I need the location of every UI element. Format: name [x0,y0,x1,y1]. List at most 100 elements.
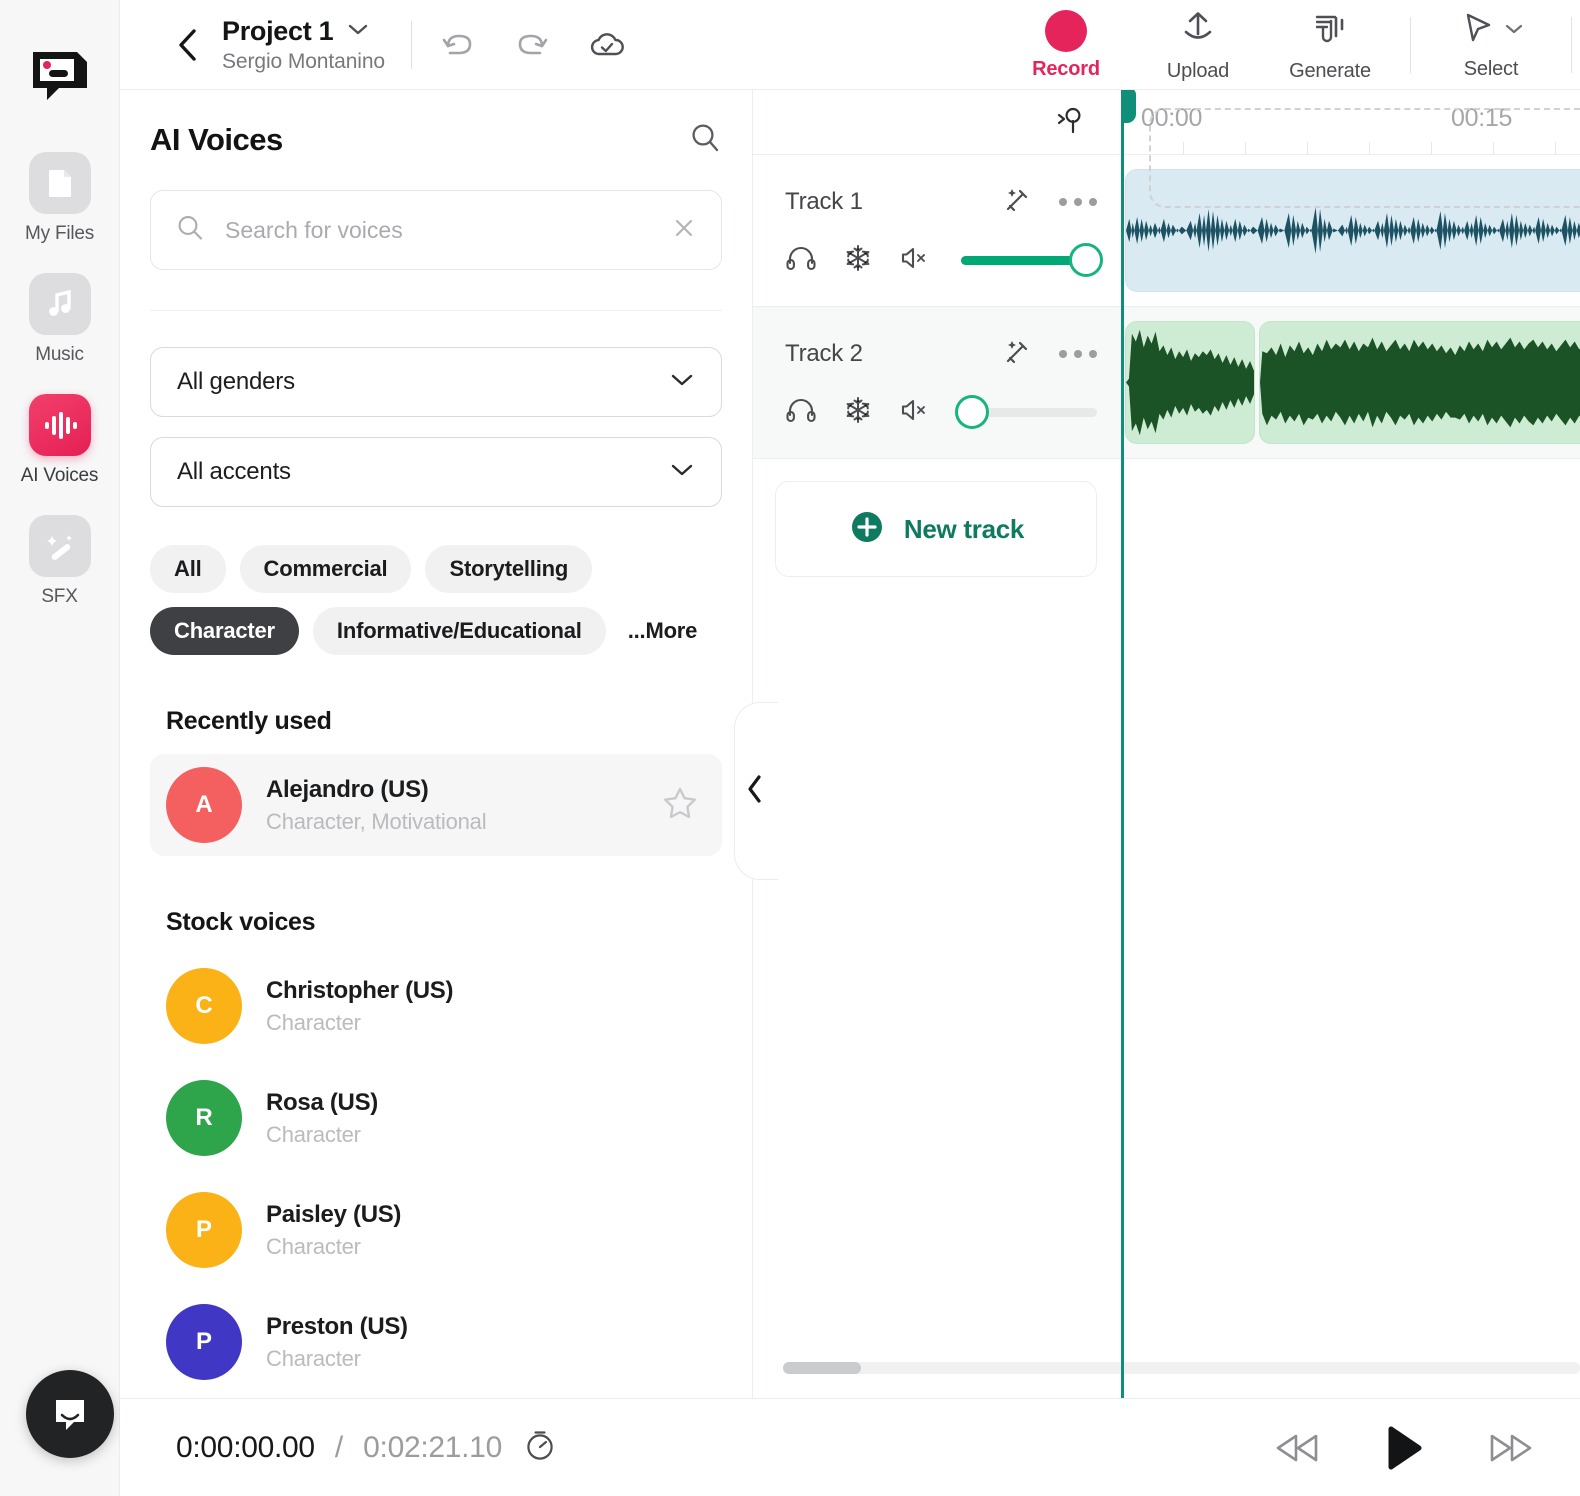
collapse-panel-button[interactable] [734,702,778,880]
gender-filter-select[interactable]: All genders [150,347,722,417]
new-track-button[interactable]: New track [775,481,1097,577]
main-area: Project 1 Sergio Montanino Record Upload… [120,0,1580,1496]
stock-voices-heading: Stock voices [166,908,316,936]
volume-slider-track-1[interactable] [961,243,1104,277]
fast-forward-icon[interactable] [1482,1427,1538,1469]
search-icon[interactable] [688,121,722,160]
timeline-lanes[interactable]: 00:00 00:15 [1121,90,1580,1398]
cloud-check-icon[interactable] [586,28,628,62]
snowflake-icon[interactable] [843,395,873,430]
stopwatch-icon[interactable] [522,1427,558,1468]
horizontal-scrollbar-track[interactable] [783,1362,1580,1374]
tool-label: Generate [1289,60,1371,82]
chevron-down-icon[interactable] [1504,22,1524,40]
close-x-icon[interactable] [671,215,697,246]
avatar: P [166,1192,242,1268]
project-owner: Sergio Montanino [222,49,386,73]
audio-clip-track2-b[interactable] [1259,321,1580,444]
headphones-icon[interactable] [785,244,817,277]
volume-slider-knob-2[interactable] [955,395,989,429]
track-header-2[interactable]: Track 2 [753,307,1121,459]
list-item[interactable]: P Paisley (US) Character [150,1179,722,1281]
descript-logo-icon[interactable] [29,46,91,108]
playhead[interactable] [1121,90,1136,1398]
search-input[interactable] [225,216,651,244]
top-bar: Project 1 Sergio Montanino Record Upload… [120,0,1580,90]
headphones-icon[interactable] [785,396,817,429]
timeline-top: Track 1 Track 2 New track 00:00 00:15 [753,90,1580,1398]
track-header-1[interactable]: Track 1 [753,155,1121,307]
star-outline-icon[interactable] [660,783,700,828]
voice-tags: Character [266,1121,361,1147]
volume-slider-knob-1[interactable] [1069,243,1104,277]
undo-icon[interactable] [438,28,478,62]
generate-bars-icon [1309,7,1351,54]
speaker-muted-icon[interactable] [899,244,931,277]
voice-tags: Character [266,1009,361,1035]
record-button[interactable]: Record [1000,9,1132,81]
audio-clip-track2-a[interactable] [1125,321,1255,444]
sidebar-item-music[interactable]: Music [10,273,110,366]
chevron-down-icon[interactable] [347,22,369,41]
list-item[interactable]: P Preston (US) Character [150,1291,722,1393]
current-time: 0:00:00.00 [176,1430,315,1464]
redo-icon[interactable] [512,28,552,62]
sidebar-item-sfx[interactable]: SFX [10,515,110,608]
track-name: Track 1 [785,188,863,215]
voices-panel-header: AI Voices [120,90,752,190]
track-name: Track 2 [785,340,863,367]
tool-label: Upload [1166,60,1230,82]
sidebar-item-my-files[interactable]: My Files [10,152,110,245]
timecode-display[interactable]: 0:00:00.00 / 0:02:21.10 [176,1427,558,1468]
play-icon[interactable] [1382,1424,1426,1472]
intercom-chat-icon[interactable] [26,1370,114,1458]
page-title: Project 1 [222,15,334,46]
voice-list-scroll[interactable]: Recently used A Alejandro (US) Character… [120,655,752,1398]
upload-button[interactable]: Upload [1132,7,1264,83]
sidebar-item-label: My Files [24,223,95,244]
ai-voices-panel: AI Voices Search for voices All genders … [120,90,753,1398]
avatar: P [166,1304,242,1380]
list-item[interactable]: A Alejandro (US) Character, Motivational [150,754,722,856]
chip-storytelling[interactable]: Storytelling [425,545,593,593]
list-item[interactable]: R Rosa (US) Character [150,1067,722,1169]
chip-all[interactable]: All [150,545,226,593]
magic-wand-edit-icon[interactable] [1001,336,1033,373]
chevron-left-icon[interactable] [176,27,200,63]
snowflake-icon[interactable] [843,243,873,278]
ruler-left-area [753,90,1121,155]
track-lane-2[interactable] [1121,307,1580,459]
chip-informative-educational[interactable]: Informative/Educational [312,607,606,655]
more-dots-icon[interactable] [1059,350,1097,358]
upload-arrow-icon [1177,7,1219,54]
recently-used-heading: Recently used [166,707,332,735]
plus-circle-icon [848,508,886,551]
speaker-muted-icon[interactable] [899,396,931,429]
new-track-drop-zone[interactable] [1149,108,1580,208]
music-note-icon [28,273,91,335]
add-marker-pin-icon[interactable] [1053,103,1087,142]
generate-button[interactable]: Generate [1264,7,1396,83]
magic-wand-edit-icon[interactable] [1001,184,1033,221]
rewind-icon[interactable] [1270,1427,1326,1469]
select-tool-button[interactable]: Select [1425,9,1557,81]
horizontal-scrollbar-thumb[interactable] [783,1362,861,1374]
avatar: C [166,968,242,1044]
playhead-handle[interactable] [1121,90,1136,123]
volume-slider-track-2[interactable] [955,395,1097,429]
chip-character[interactable]: Character [150,607,299,655]
voice-name: Alejandro (US) [266,775,429,803]
search-box[interactable] [150,190,722,270]
chip-commercial[interactable]: Commercial [239,545,412,593]
avatar: A [166,767,242,843]
more-dots-icon[interactable] [1059,198,1097,206]
accent-filter-select[interactable]: All accents [150,437,722,507]
sidebar-item-ai-voices[interactable]: AI Voices [10,394,110,487]
chip-more[interactable]: ...More [620,607,706,655]
project-info: Project 1 Sergio Montanino [222,16,385,74]
rail-items: My Files Music AI Voices SFX [10,152,110,608]
new-track-label: New track [903,513,1025,544]
category-chips: All Commercial Storytelling Character In… [120,527,752,655]
app-root: My Files Music AI Voices SFX Project 1 S… [0,0,1580,1496]
list-item[interactable]: C Christopher (US) Character [150,955,722,1057]
